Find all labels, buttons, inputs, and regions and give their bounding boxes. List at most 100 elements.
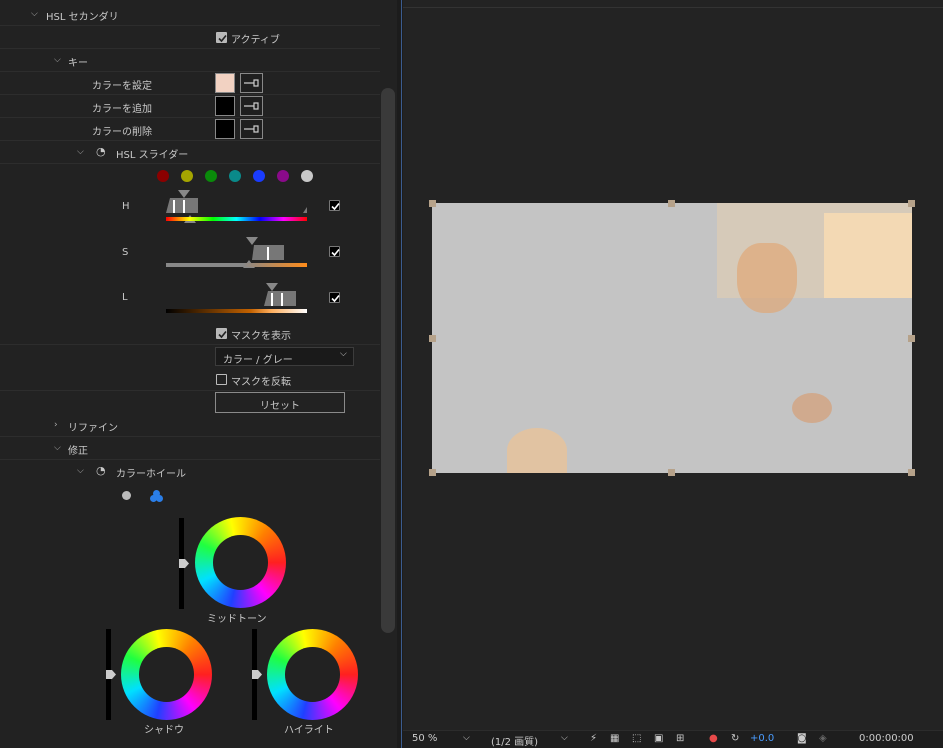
chevron-down-icon: ⌵ xyxy=(340,349,347,359)
handle-right[interactable] xyxy=(908,335,915,342)
highlight-label: ハイライト xyxy=(284,725,334,736)
set-color-swatch[interactable] xyxy=(215,73,235,93)
handle-top[interactable] xyxy=(668,200,675,207)
effect-controls-panel: ⌵ HSL セカンダリ アクティブ ⌵ キー カラーを設定 カラーを追加 カラー… xyxy=(0,0,397,748)
stopwatch-icon[interactable]: ◔ xyxy=(96,145,106,158)
show-snapshot-icon[interactable]: ◈ xyxy=(819,733,827,744)
add-color-swatch[interactable] xyxy=(215,96,235,116)
region-of-interest-icon[interactable]: ⬚ xyxy=(632,733,641,744)
preset-white-dot[interactable] xyxy=(301,170,313,182)
color-wheel-label: カラーホイール xyxy=(116,469,186,480)
shadow-slider-handle[interactable] xyxy=(106,670,116,679)
l-label: L xyxy=(122,292,128,303)
midtone-slider-handle[interactable] xyxy=(179,559,189,568)
handle-left[interactable] xyxy=(429,335,436,342)
chevron-down-icon[interactable]: ⌵ xyxy=(54,55,61,65)
refine-label: リファイン xyxy=(68,423,118,434)
hsl-slider-label: HSL スライダー xyxy=(116,150,189,161)
eyedropper-minus-icon[interactable] xyxy=(240,119,263,139)
h-label: H xyxy=(122,201,130,212)
shadow-label: シャドウ xyxy=(144,725,184,736)
key-row[interactable]: ⌵ キー xyxy=(0,49,380,72)
remove-color-row: カラーの削除 xyxy=(0,118,380,141)
handle-bottom[interactable] xyxy=(668,469,675,476)
stopwatch-icon[interactable]: ◔ xyxy=(96,464,106,477)
reset-exposure-icon[interactable]: ↻ xyxy=(731,733,739,744)
transparency-grid-icon[interactable]: ▦ xyxy=(610,733,619,744)
add-color-label: カラーを追加 xyxy=(92,104,152,115)
eyedropper-icon[interactable] xyxy=(240,73,263,93)
h-enable-checkbox[interactable] xyxy=(329,200,340,211)
chevron-right-icon[interactable]: › xyxy=(54,420,58,430)
hsl-slider-row[interactable]: ⌵ ◔ HSL スライダー xyxy=(0,141,380,164)
s-enable-checkbox[interactable] xyxy=(329,246,340,257)
hand-region xyxy=(792,393,832,423)
exposure-value[interactable]: +0.0 xyxy=(750,733,774,744)
preset-green-dot[interactable] xyxy=(205,170,217,182)
refine-row[interactable]: › リファイン xyxy=(0,414,380,437)
panel-scrollbar[interactable] xyxy=(381,88,395,633)
key-label: キー xyxy=(68,58,88,69)
invert-mask-label: マスクを反転 xyxy=(231,377,291,388)
active-label: アクティブ xyxy=(231,35,280,46)
mask-mode-value: カラー / グレー xyxy=(223,355,293,366)
mask-toggle-icon[interactable]: ▣ xyxy=(654,733,663,744)
panel-focus-border xyxy=(401,0,402,748)
color-wheel-row[interactable]: ⌵ ◔ カラーホイール xyxy=(0,460,380,483)
shadow-color-wheel[interactable] xyxy=(121,629,212,720)
zoom-select[interactable]: 50 % xyxy=(412,733,437,744)
channel-icon[interactable]: ● xyxy=(709,733,718,744)
timecode[interactable]: 0:00:00:00 xyxy=(859,733,914,744)
handle-top-left[interactable] xyxy=(429,200,436,207)
invert-mask-row: マスクを反転 xyxy=(0,368,380,391)
quality-select[interactable]: (1/2 画質) xyxy=(491,733,538,748)
handle-top-right[interactable] xyxy=(908,200,915,207)
add-color-row: カラーを追加 xyxy=(0,95,380,118)
chevron-down-icon[interactable]: ⌵ xyxy=(463,733,470,743)
highlight-color-wheel[interactable] xyxy=(267,629,358,720)
preset-red-dot[interactable] xyxy=(157,170,169,182)
preset-magenta-dot[interactable] xyxy=(277,170,289,182)
show-mask-label: マスクを表示 xyxy=(231,331,291,342)
chevron-down-icon[interactable]: ⌵ xyxy=(561,733,568,743)
guides-icon[interactable]: ⊞ xyxy=(676,733,684,744)
reset-button[interactable]: リセット xyxy=(215,392,345,413)
face-region xyxy=(737,243,797,313)
video-frame[interactable] xyxy=(432,203,912,473)
monitor-top-edge xyxy=(403,7,943,8)
preset-cyan-dot[interactable] xyxy=(229,170,241,182)
set-color-row: カラーを設定 xyxy=(0,72,380,95)
fast-preview-icon[interactable]: ⚡ xyxy=(590,733,597,744)
preset-blue-dot[interactable] xyxy=(253,170,265,182)
window-region xyxy=(824,213,912,298)
monitor-toolbar: 50 % ⌵ (1/2 画質) ⌵ ⚡ ▦ ⬚ ▣ ⊞ ● ↻ +0.0 ◙ ◈… xyxy=(403,730,943,748)
correction-row[interactable]: ⌵ 修正 xyxy=(0,437,380,460)
section-title: HSL セカンダリ xyxy=(46,12,119,23)
highlight-slider-handle[interactable] xyxy=(252,670,262,679)
midtone-color-wheel[interactable] xyxy=(195,517,286,608)
l-enable-checkbox[interactable] xyxy=(329,292,340,303)
chevron-down-icon[interactable]: ⌵ xyxy=(31,9,38,19)
show-mask-row: マスクを表示 xyxy=(0,322,380,345)
handle-bottom-left[interactable] xyxy=(429,469,436,476)
chevron-down-icon[interactable]: ⌵ xyxy=(77,466,84,476)
active-row: アクティブ xyxy=(0,26,380,49)
active-checkbox[interactable] xyxy=(216,32,227,43)
chevron-down-icon[interactable]: ⌵ xyxy=(77,147,84,157)
show-mask-checkbox[interactable] xyxy=(216,328,227,339)
remove-color-label: カラーの削除 xyxy=(92,127,152,138)
mask-mode-select[interactable]: カラー / グレー ⌵ xyxy=(215,347,354,366)
s-label: S xyxy=(122,247,129,258)
reset-label: リセット xyxy=(260,401,300,412)
hsl-secondary-row[interactable]: ⌵ HSL セカンダリ xyxy=(0,3,380,26)
chevron-down-icon[interactable]: ⌵ xyxy=(54,443,61,453)
invert-mask-checkbox[interactable] xyxy=(216,374,227,385)
eyedropper-plus-icon[interactable] xyxy=(240,96,263,116)
set-color-label: カラーを設定 xyxy=(92,81,152,92)
remove-color-swatch[interactable] xyxy=(215,119,235,139)
single-wheel-mode-icon[interactable] xyxy=(122,491,131,500)
handle-bottom-right[interactable] xyxy=(908,469,915,476)
preset-yellow-dot[interactable] xyxy=(181,170,193,182)
midtone-label: ミッドトーン xyxy=(207,614,267,625)
snapshot-icon[interactable]: ◙ xyxy=(797,733,807,744)
